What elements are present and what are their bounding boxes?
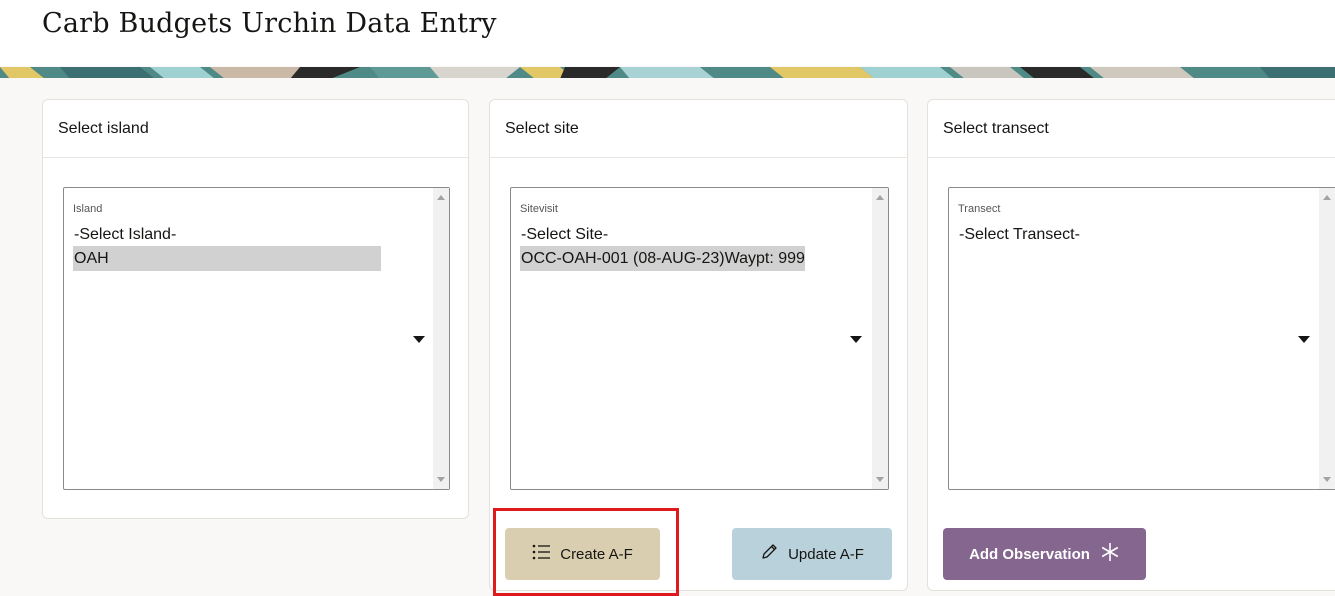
transect-card-title: Select transect bbox=[943, 120, 1049, 137]
create-a-f-button[interactable]: Create A-F bbox=[505, 528, 660, 580]
island-scrollbar[interactable] bbox=[433, 188, 449, 489]
chevron-down-icon[interactable] bbox=[413, 336, 425, 343]
update-a-f-label: Update A-F bbox=[788, 545, 864, 563]
scroll-down-icon[interactable] bbox=[437, 477, 445, 482]
island-option-oah[interactable]: OAH bbox=[73, 246, 381, 271]
transect-option-placeholder[interactable]: -Select Transect- bbox=[958, 222, 1080, 247]
scroll-up-icon[interactable] bbox=[876, 195, 884, 200]
island-option-placeholder[interactable]: -Select Island- bbox=[73, 222, 176, 247]
scroll-down-icon[interactable] bbox=[876, 477, 884, 482]
scroll-up-icon[interactable] bbox=[437, 195, 445, 200]
transect-field-label: Transect bbox=[958, 203, 1001, 215]
create-a-f-label: Create A-F bbox=[560, 545, 633, 563]
transect-listbox[interactable]: Transect -Select Transect- bbox=[948, 187, 1335, 490]
add-observation-button[interactable]: Add Observation bbox=[943, 528, 1146, 580]
transect-card: Select transect Transect -Select Transec… bbox=[927, 99, 1335, 591]
island-card: Select island Island -Select Island- OAH bbox=[42, 99, 469, 519]
site-card-header: Select site bbox=[490, 100, 907, 158]
island-card-header: Select island bbox=[43, 100, 468, 158]
update-a-f-button[interactable]: Update A-F bbox=[732, 528, 892, 580]
asterisk-icon bbox=[1100, 542, 1120, 566]
transect-scrollbar[interactable] bbox=[1319, 188, 1335, 489]
list-icon bbox=[532, 544, 551, 564]
island-listbox[interactable]: Island -Select Island- OAH bbox=[63, 187, 450, 490]
chevron-down-icon[interactable] bbox=[1298, 336, 1310, 343]
decorative-banner bbox=[0, 66, 1335, 78]
site-listbox[interactable]: Sitevisit -Select Site- OCC-OAH-001 (08-… bbox=[510, 187, 889, 490]
scroll-down-icon[interactable] bbox=[1323, 477, 1331, 482]
site-option-occ-oah-001[interactable]: OCC-OAH-001 (08-AUG-23)Waypt: 999 bbox=[520, 246, 805, 271]
chevron-down-icon[interactable] bbox=[850, 336, 862, 343]
page-header: Carb Budgets Urchin Data Entry bbox=[0, 0, 1335, 66]
site-card-title: Select site bbox=[505, 120, 579, 137]
transect-card-header: Select transect bbox=[928, 100, 1335, 158]
site-scrollbar[interactable] bbox=[872, 188, 888, 489]
pencil-icon bbox=[760, 543, 778, 565]
site-field-label: Sitevisit bbox=[520, 203, 558, 215]
island-card-title: Select island bbox=[58, 120, 149, 137]
site-option-placeholder[interactable]: -Select Site- bbox=[520, 222, 608, 247]
site-card: Select site Sitevisit -Select Site- OCC-… bbox=[489, 99, 908, 591]
page-title: Carb Budgets Urchin Data Entry bbox=[42, 8, 497, 39]
island-field-label: Island bbox=[73, 203, 103, 215]
scroll-up-icon[interactable] bbox=[1323, 195, 1331, 200]
add-observation-label: Add Observation bbox=[969, 545, 1090, 563]
